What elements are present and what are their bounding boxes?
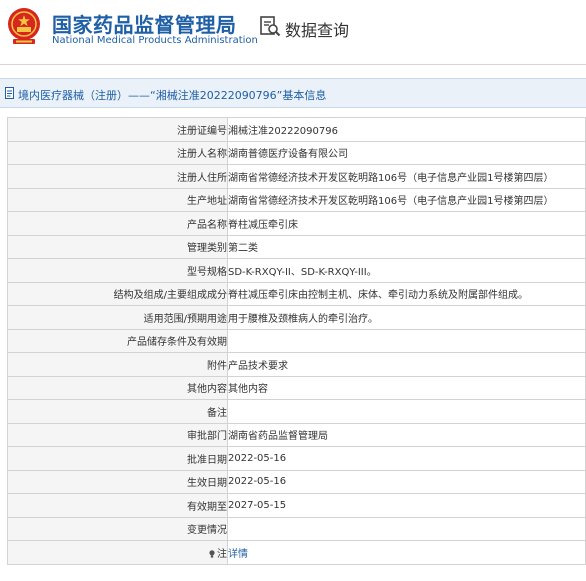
row-value [227,328,586,353]
table-row: 结构及组成/主要组成成分 脊柱减压牵引床由控制主机、床体、牵引动力系统及附属部件组… [7,281,586,306]
row-label: 生产地址 [7,187,228,212]
row-value: 2022-05-16 [227,446,586,471]
row-value: 用于腰椎及颈椎病人的牵引治疗。 [227,305,586,330]
site-title: 国家药品监督管理局 [52,13,237,37]
row-value: 脊柱减压牵引床由控制主机、床体、牵引动力系统及附属部件组成。 [227,281,586,306]
row-value: 脊柱减压牵引床 [227,211,586,236]
row-value: 湖南省常德经济技术开发区乾明路106号（电子信息产业园1号楼第四层） [227,164,586,189]
note-label: 注 [217,548,227,560]
row-value: 2022-05-16 [227,469,586,494]
table-row: 备注 [7,399,586,424]
row-label: 型号规格 [7,258,228,283]
row-label: 产品储存条件及有效期 [7,328,228,353]
document-icon [5,87,14,99]
table-row: 审批部门 湖南省药品监督管理局 [7,422,586,447]
table-row: 管理类别 第二类 [7,234,586,259]
row-label: 结构及组成/主要组成成分 [7,281,228,306]
lightbulb-icon [209,549,215,558]
table-row: 产品储存条件及有效期 [7,328,586,353]
table-row: 生效日期 2022-05-16 [7,469,586,494]
row-value: 湖南普德医疗设备有限公司 [227,140,586,165]
row-value: 2027-05-15 [227,493,586,518]
table-row: 型号规格 SD-K-RXQY-II、SD-K-RXQY-III。 [7,258,586,283]
row-value [227,399,586,424]
row-label: 附件 [7,352,228,377]
row-label: 批准日期 [7,446,228,471]
breadcrumb: 境内医疗器械（注册）——“湘械注准20222090796”基本信息 [0,78,586,108]
details-link[interactable]: 详情 [229,549,249,560]
row-label: 其他内容 [7,375,228,400]
row-value: 湘械注准20222090796 [227,117,586,142]
row-value: SD-K-RXQY-II、SD-K-RXQY-III。 [227,258,586,283]
row-label: 生效日期 [7,469,228,494]
site-header: 国家药品监督管理局 National Medical Products Admi… [0,0,586,58]
row-value: 湖南省药品监督管理局 [227,422,586,447]
page-heading: 数据查询 [285,21,350,40]
national-emblem-icon [8,8,40,44]
table-row: 批准日期 2022-05-16 [7,446,586,471]
note-label-cell: 注 [7,540,228,565]
row-label: 备注 [7,399,228,424]
row-label: 产品名称 [7,211,228,236]
row-label: 注册人住所 [7,164,228,189]
table-row: 注册人住所 湖南省常德经济技术开发区乾明路106号（电子信息产业园1号楼第四层） [7,164,586,189]
row-label: 有效期至 [7,493,228,518]
row-value: 其他内容 [227,375,586,400]
row-label: 注册人名称 [7,140,228,165]
table-row: 注册人名称 湖南普德医疗设备有限公司 [7,140,586,165]
note-value-cell: 详情 [227,540,586,565]
table-row: 注册证编号 湘械注准20222090796 [7,117,586,142]
row-label: 适用范围/预期用途 [7,305,228,330]
table-row: 生产地址 湖南省常德经济技术开发区乾明路106号（电子信息产业园1号楼第四层） [7,187,586,212]
row-value: 产品技术要求 [227,352,586,377]
row-label: 变更情况 [7,516,228,541]
header-divider [0,64,586,65]
row-value: 湖南省常德经济技术开发区乾明路106号（电子信息产业园1号楼第四层） [227,187,586,212]
breadcrumb-text: 境内医疗器械（注册）——“湘械注准20222090796”基本信息 [18,89,327,102]
row-label: 注册证编号 [7,117,228,142]
row-label: 审批部门 [7,422,228,447]
note-row: 注 详情 [7,540,586,565]
table-row: 产品名称 脊柱减压牵引床 [7,211,586,236]
table-row: 其他内容 其他内容 [7,375,586,400]
document-search-icon [260,16,281,37]
table-row: 变更情况 [7,516,586,541]
table-row: 有效期至 2027-05-15 [7,493,586,518]
site-subtitle: National Medical Products Administration [52,35,258,46]
table-row: 适用范围/预期用途 用于腰椎及颈椎病人的牵引治疗。 [7,305,586,330]
device-info-table: 注册证编号 湘械注准20222090796 注册人名称 湖南普德医疗设备有限公司 注… [7,117,586,565]
row-value: 第二类 [227,234,586,259]
row-label: 管理类别 [7,234,228,259]
row-value [227,516,586,541]
table-row: 附件 产品技术要求 [7,352,586,377]
